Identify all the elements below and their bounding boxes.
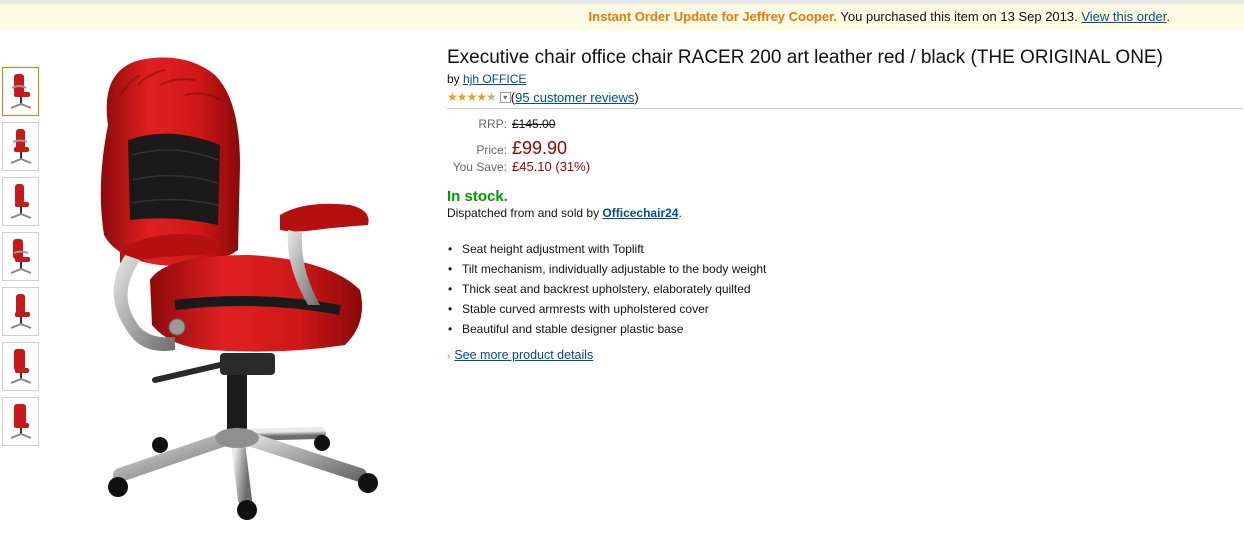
chevron-right-icon: › [447,351,451,362]
product-title: Executive chair office chair RACER 200 a… [447,47,1163,68]
thumbnail-strip [2,67,42,452]
main-product-image[interactable] [90,55,390,530]
rating-row: ★★★★★ ▾ (95 customer reviews) [447,89,1243,105]
customer-reviews-link[interactable]: 95 customer reviews [515,90,634,105]
feature-item: Tilt mechanism, individually adjustable … [447,259,1243,279]
brand-link[interactable]: hjh OFFICE [463,72,526,86]
thumbnail-7[interactable] [2,397,39,446]
dispatch-suffix: . [678,206,682,220]
price-value: £99.90 [512,138,568,158]
savings-row: You Save: £45.10 (31%) [447,159,1243,180]
chair-thumbnail-icon [10,183,31,219]
order-update-end: . [1166,9,1170,24]
dispatch-info: Dispatched from and sold by Officechair2… [447,206,1243,220]
price-row: Price: £99.90 [447,138,1243,159]
thumbnail-6[interactable] [2,342,39,391]
savings-label: You Save: [452,160,507,174]
order-update-message: Instant Order Update for Jeffrey Cooper.… [589,8,1170,26]
feature-item: Seat height adjustment with Toplift [447,239,1243,259]
byline: by hjh OFFICE [447,72,1243,86]
chair-thumbnail-icon [10,73,31,109]
chair-thumbnail-icon [10,403,31,439]
price-label: Price: [476,143,507,157]
star-rating-icon[interactable]: ★★★★★ [447,90,497,104]
feature-item: Beautiful and stable designer plastic ba… [447,319,1243,339]
seller-link[interactable]: Officechair24 [602,206,678,220]
chair-thumbnail-icon [10,293,31,329]
rrp-row: RRP: £145.00 [447,117,1243,138]
thumbnail-5[interactable] [2,287,39,336]
thumbnail-3[interactable] [2,177,39,226]
rrp-value: £145.00 [512,117,556,131]
feature-item: Stable curved armrests with upholstered … [447,299,1243,319]
chair-thumbnail-icon [10,238,31,274]
dispatch-prefix: Dispatched from and sold by [447,206,603,220]
rating-dropdown-icon[interactable]: ▾ [499,91,511,103]
reviews-suffix: ) [634,89,639,105]
order-update-bar: Instant Order Update for Jeffrey Cooper.… [0,0,1244,30]
feature-list: Seat height adjustment with Toplift Tilt… [447,239,1243,339]
divider [447,108,1243,109]
rrp-label: RRP: [478,117,507,131]
stock-status: In stock. [447,188,508,205]
thumbnail-2[interactable] [2,122,39,171]
more-details: › See more product details [447,348,1243,362]
chair-thumbnail-icon [10,128,31,164]
see-more-details-link[interactable]: See more product details [454,348,593,362]
feature-item: Thick seat and backrest upholstery, elab… [447,279,1243,299]
product-details: Executive chair office chair RACER 200 a… [447,46,1243,362]
savings-value: £45.10 (31%) [512,159,591,174]
office-chair-image [100,57,378,520]
thumbnail-4[interactable] [2,232,39,281]
by-prefix: by [447,72,464,86]
view-order-link[interactable]: View this order [1081,9,1166,24]
chair-thumbnail-icon [10,348,31,384]
order-update-highlight: Instant Order Update for Jeffrey Cooper. [588,9,838,24]
price-block: RRP: £145.00 Price: £99.90 You Save: £45… [447,117,1243,180]
order-update-text: You purchased this item on 13 Sep 2013. [837,9,1082,24]
thumbnail-1[interactable] [2,67,39,116]
